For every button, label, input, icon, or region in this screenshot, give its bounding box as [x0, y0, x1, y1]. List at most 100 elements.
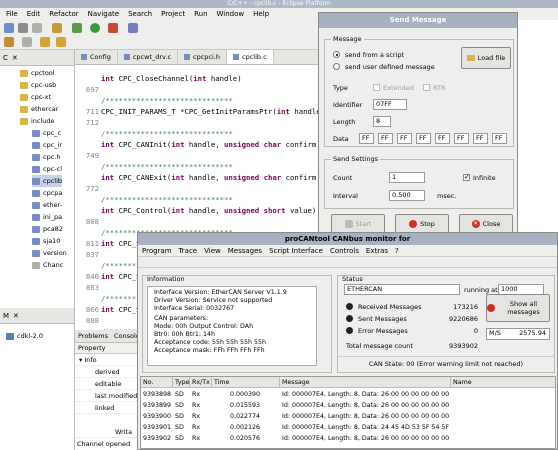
- interval-spinner[interactable]: 0.500: [389, 190, 425, 201]
- property-group[interactable]: ▾ Info: [75, 355, 145, 366]
- column-header-no[interactable]: No.: [141, 377, 173, 388]
- tree-item[interactable]: include: [20, 115, 55, 127]
- table-row[interactable]: 9393901 SD Rx 0.002126 Id: 000007E4, Length:…: [141, 422, 555, 433]
- start-icon: [344, 220, 353, 228]
- data-byte-input[interactable]: FF: [378, 133, 393, 144]
- menu-trace[interactable]: Trace: [179, 247, 198, 255]
- close-button[interactable]: ✕ Close: [459, 214, 513, 234]
- menu-help[interactable]: Help: [253, 10, 269, 18]
- tree-item[interactable]: ether-: [32, 199, 62, 211]
- data-byte-input[interactable]: FF: [454, 133, 469, 144]
- menu-run[interactable]: Run: [194, 10, 207, 18]
- tree-item[interactable]: cpc_c: [32, 127, 61, 139]
- menu-navigate[interactable]: Navigate: [88, 10, 119, 18]
- tab-config[interactable]: Config: [75, 50, 118, 64]
- next-annotation-icon[interactable]: [22, 37, 32, 47]
- menu-search[interactable]: Search: [128, 10, 152, 18]
- menu-script-interface[interactable]: Script Interface: [269, 247, 323, 255]
- search-icon[interactable]: [128, 23, 138, 33]
- extended-checkbox[interactable]: [373, 84, 380, 91]
- tree-item[interactable]: cpc-usb: [20, 79, 56, 91]
- print-icon[interactable]: [32, 23, 42, 33]
- close-icon[interactable]: ✕: [12, 54, 18, 62]
- table-row[interactable]: 9393902 SD Rx 0.020576 Id: 000007E4, Length:…: [141, 433, 555, 444]
- data-byte-input[interactable]: FF: [492, 133, 507, 144]
- tree-item[interactable]: cpc-xt: [20, 91, 51, 103]
- table-row[interactable]: 9393899 SD Rx 0.015593 Id: 000007E4, Length:…: [141, 400, 555, 411]
- write-mode-label: Writa: [75, 427, 145, 438]
- tree-item[interactable]: cpc.h: [32, 151, 60, 163]
- show-all-messages-button[interactable]: Show all messages: [486, 294, 550, 322]
- tree-item[interactable]: pca82: [32, 223, 63, 235]
- start-button[interactable]: Start: [331, 214, 385, 234]
- record-icon: [487, 304, 495, 312]
- data-byte-input[interactable]: FF: [473, 133, 488, 144]
- make-targets-pane: M ✕ cdkl-2.0: [0, 308, 75, 450]
- tree-item[interactable]: ethercar: [20, 103, 58, 115]
- tree-item[interactable]: Chanc: [32, 259, 63, 271]
- tree-item[interactable]: ini_pa: [32, 211, 62, 223]
- tree-item[interactable]: cpcpa: [32, 187, 62, 199]
- column-header-type[interactable]: Type: [173, 377, 190, 388]
- run-icon[interactable]: [90, 23, 100, 33]
- column-header-rxtx[interactable]: Rx/Tx: [190, 377, 212, 388]
- make-targets-tab[interactable]: M: [3, 312, 9, 320]
- debug-icon[interactable]: [72, 23, 82, 33]
- close-icon[interactable]: ✕: [13, 312, 19, 320]
- tab-cpcpci[interactable]: cpcpci.h: [178, 50, 227, 64]
- menu-program[interactable]: Program: [142, 247, 172, 255]
- rtr-checkbox[interactable]: [423, 84, 430, 91]
- external-tools-icon[interactable]: [108, 23, 118, 33]
- info-line: Mode: 00h Output Control: DAh: [154, 323, 254, 331]
- load-file-button[interactable]: Load file: [461, 47, 511, 69]
- tab-problems[interactable]: Problems: [75, 330, 111, 342]
- tree-item[interactable]: version: [32, 247, 67, 259]
- menu-view[interactable]: View: [204, 247, 221, 255]
- total-count-label: Total message count: [346, 342, 413, 350]
- information-label: Information: [147, 275, 185, 283]
- back-icon[interactable]: [40, 37, 50, 47]
- data-byte-input[interactable]: FF: [416, 133, 431, 144]
- menu-window[interactable]: Window: [217, 10, 245, 18]
- tree-item[interactable]: cpctool: [20, 67, 55, 79]
- received-led-icon: [346, 303, 353, 310]
- identifier-input[interactable]: 07FF: [373, 99, 407, 110]
- data-byte-input[interactable]: FF: [359, 133, 374, 144]
- length-spinner[interactable]: 8: [373, 116, 391, 127]
- menu-edit[interactable]: Edit: [27, 10, 41, 18]
- navigator-tab[interactable]: C: [3, 54, 8, 62]
- menu-project[interactable]: Project: [161, 10, 185, 18]
- data-byte-input[interactable]: FF: [435, 133, 450, 144]
- tab-cpcwt-drv[interactable]: cpcwt_drv.c: [118, 50, 179, 64]
- tab-cpclib[interactable]: cpclib.c: [227, 50, 274, 64]
- stop-button[interactable]: Stop: [395, 214, 449, 234]
- monitor-title: proCANtool CANbus monitor for: [138, 233, 557, 245]
- menu-messages[interactable]: Messages: [228, 247, 262, 255]
- column-header-time[interactable]: Time: [212, 377, 280, 388]
- save-icon[interactable]: [18, 23, 28, 33]
- table-row[interactable]: 9393900 SD Rx 0.022774 Id: 000007E4, Length:…: [141, 411, 555, 422]
- column-header-name[interactable]: Name: [451, 377, 555, 388]
- table-row[interactable]: 9393898 SD Rx 0.000390 Id: 000007E4, Length:…: [141, 389, 555, 400]
- send-user-defined-radio[interactable]: [333, 63, 340, 70]
- count-spinner[interactable]: 1: [389, 172, 425, 183]
- infinite-checkbox[interactable]: ✓: [463, 173, 470, 181]
- send-from-script-radio[interactable]: [333, 51, 340, 58]
- tree-item-selected[interactable]: cpclib: [32, 175, 63, 187]
- column-header-message[interactable]: Message: [280, 377, 451, 388]
- data-byte-input[interactable]: FF: [397, 133, 412, 144]
- tree-item[interactable]: cdkl-2.0: [6, 330, 43, 342]
- menu-help[interactable]: ?: [395, 247, 399, 255]
- tree-item[interactable]: cpc-cl: [32, 163, 62, 175]
- menu-file[interactable]: File: [6, 10, 18, 18]
- menu-refactor[interactable]: Refactor: [49, 10, 78, 18]
- build-icon[interactable]: [52, 23, 62, 33]
- prev-annotation-icon[interactable]: [4, 37, 14, 47]
- forward-icon[interactable]: [56, 37, 66, 47]
- tree-item[interactable]: cpc_ir: [32, 139, 62, 151]
- new-icon[interactable]: [4, 23, 14, 33]
- message-table[interactable]: No. Type Rx/Tx Time Message Name 9393898…: [140, 376, 556, 449]
- menu-extras[interactable]: Extras: [366, 247, 388, 255]
- menu-controls[interactable]: Controls: [330, 247, 359, 255]
- tree-item[interactable]: sja10: [32, 235, 60, 247]
